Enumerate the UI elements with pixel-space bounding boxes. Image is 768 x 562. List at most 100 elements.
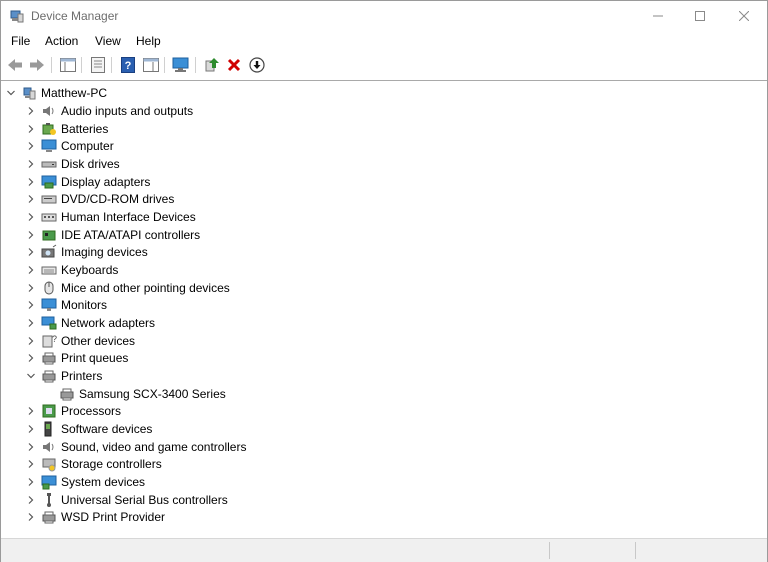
- keyboard-icon: [41, 266, 57, 275]
- device-category[interactable]: Computer: [25, 137, 114, 155]
- device-category[interactable]: Print queues: [25, 349, 128, 367]
- chevron-right-icon[interactable]: [25, 491, 37, 509]
- menu-bar: File Action View Help: [1, 31, 767, 51]
- device-label: WSD Print Provider: [61, 510, 166, 525]
- chevron-right-icon[interactable]: [25, 190, 37, 208]
- chevron-right-icon[interactable]: [25, 455, 37, 473]
- device-category[interactable]: Monitors: [25, 296, 107, 314]
- back-arrow-icon: [8, 59, 22, 71]
- usb-icon: [47, 492, 51, 507]
- scan-hardware-changes-button[interactable]: [171, 56, 191, 74]
- device-category[interactable]: Universal Serial Bus controllers: [25, 491, 228, 509]
- device-category[interactable]: Network adapters: [25, 314, 155, 332]
- system-device-icon: [41, 475, 57, 490]
- device-category[interactable]: Audio inputs and outputs: [25, 102, 193, 120]
- chevron-right-icon[interactable]: [25, 349, 37, 367]
- help-button[interactable]: ?: [118, 56, 138, 74]
- device-label: Human Interface Devices: [61, 210, 196, 225]
- chevron-down-icon[interactable]: [5, 84, 17, 102]
- device-label: DVD/CD-ROM drives: [61, 192, 175, 207]
- download-circle-icon: [249, 57, 265, 73]
- chevron-right-icon[interactable]: [25, 208, 37, 226]
- chevron-right-icon[interactable]: [25, 137, 37, 155]
- ide-controller-icon: [42, 230, 56, 241]
- disk-drive-icon: [41, 161, 57, 168]
- uninstall-device-button[interactable]: [224, 56, 244, 74]
- device-label: Other devices: [61, 333, 136, 348]
- chevron-down-icon[interactable]: [25, 367, 37, 385]
- chevron-right-icon[interactable]: [25, 279, 37, 297]
- menu-help[interactable]: Help: [136, 34, 161, 48]
- device-category[interactable]: ? Other devices: [25, 332, 135, 350]
- chevron-right-icon[interactable]: [25, 296, 37, 314]
- menu-view[interactable]: View: [95, 34, 121, 48]
- chevron-right-icon[interactable]: [25, 420, 37, 438]
- forward-arrow-icon: [30, 59, 44, 71]
- properties-button[interactable]: [88, 56, 108, 74]
- device-label: Mice and other pointing devices: [61, 280, 230, 295]
- device-label: Software devices: [61, 422, 153, 437]
- chevron-right-icon[interactable]: [25, 173, 37, 191]
- enable-device-button[interactable]: [247, 56, 267, 74]
- chevron-right-icon[interactable]: [25, 226, 37, 244]
- chevron-right-icon[interactable]: [25, 102, 37, 120]
- update-driver-button[interactable]: [202, 56, 222, 74]
- device-category[interactable]: Processors: [25, 402, 121, 420]
- chevron-right-icon[interactable]: [25, 243, 37, 261]
- device-tree[interactable]: Matthew-PC Audio inputs and outputs Batte…: [1, 80, 767, 539]
- device-label: Sound, video and game controllers: [61, 439, 247, 454]
- storage-controller-icon: [42, 458, 56, 472]
- forward-button[interactable]: [27, 56, 47, 74]
- chevron-right-icon[interactable]: [25, 120, 37, 138]
- print-queue-icon: [42, 352, 56, 365]
- device-label: Display adapters: [61, 174, 151, 189]
- update-driver-icon: [205, 58, 219, 72]
- toolbar-separator: [51, 57, 52, 73]
- device-category[interactable]: Batteries: [25, 120, 108, 138]
- chevron-right-icon[interactable]: [25, 155, 37, 173]
- tree-root[interactable]: Matthew-PC: [5, 84, 107, 102]
- device-category[interactable]: Printers: [25, 367, 102, 385]
- computer-tower-icon: [23, 87, 36, 100]
- scan-monitor-icon: [172, 57, 189, 72]
- minimize-button[interactable]: [635, 1, 681, 31]
- chevron-right-icon[interactable]: [25, 402, 37, 420]
- device-category[interactable]: Human Interface Devices: [25, 208, 196, 226]
- device-category[interactable]: Storage controllers: [25, 455, 162, 473]
- action-pane-button[interactable]: [141, 56, 161, 74]
- sound-controller-icon: [43, 441, 54, 452]
- menu-action[interactable]: Action: [45, 34, 78, 48]
- device-category[interactable]: System devices: [25, 473, 145, 491]
- device-item[interactable]: Samsung SCX-3400 Series: [43, 385, 226, 403]
- device-label: Imaging devices: [61, 245, 148, 260]
- device-label: Computer: [61, 139, 114, 154]
- device-category[interactable]: Display adapters: [25, 173, 150, 191]
- device-category[interactable]: WSD Print Provider: [25, 508, 165, 526]
- maximize-button[interactable]: [677, 1, 723, 31]
- chevron-right-icon[interactable]: [25, 332, 37, 350]
- menu-file[interactable]: File: [11, 34, 30, 48]
- show-hide-console-tree-button[interactable]: [58, 56, 78, 74]
- chevron-right-icon[interactable]: [25, 508, 37, 526]
- device-category[interactable]: Keyboards: [25, 261, 118, 279]
- title-bar[interactable]: Device Manager: [1, 1, 767, 31]
- device-category[interactable]: IDE ATA/ATAPI controllers: [25, 226, 200, 244]
- chevron-right-icon[interactable]: [25, 473, 37, 491]
- device-category[interactable]: Sound, video and game controllers: [25, 438, 246, 456]
- device-category[interactable]: Software devices: [25, 420, 152, 438]
- chevron-right-icon[interactable]: [25, 314, 37, 332]
- chevron-right-icon[interactable]: [25, 261, 37, 279]
- close-button[interactable]: [721, 1, 767, 31]
- device-category[interactable]: Disk drives: [25, 155, 120, 173]
- device-category[interactable]: Mice and other pointing devices: [25, 279, 230, 297]
- display-adapter-icon: [41, 175, 57, 189]
- network-adapter-icon: [41, 316, 57, 330]
- chevron-right-icon[interactable]: [25, 438, 37, 456]
- device-category[interactable]: Imaging devices: [25, 243, 148, 261]
- toolbar-separator: [164, 57, 165, 73]
- svg-text:?: ?: [52, 334, 57, 344]
- device-category[interactable]: DVD/CD-ROM drives: [25, 190, 174, 208]
- monitor-icon: [41, 298, 57, 312]
- back-button[interactable]: [5, 56, 25, 74]
